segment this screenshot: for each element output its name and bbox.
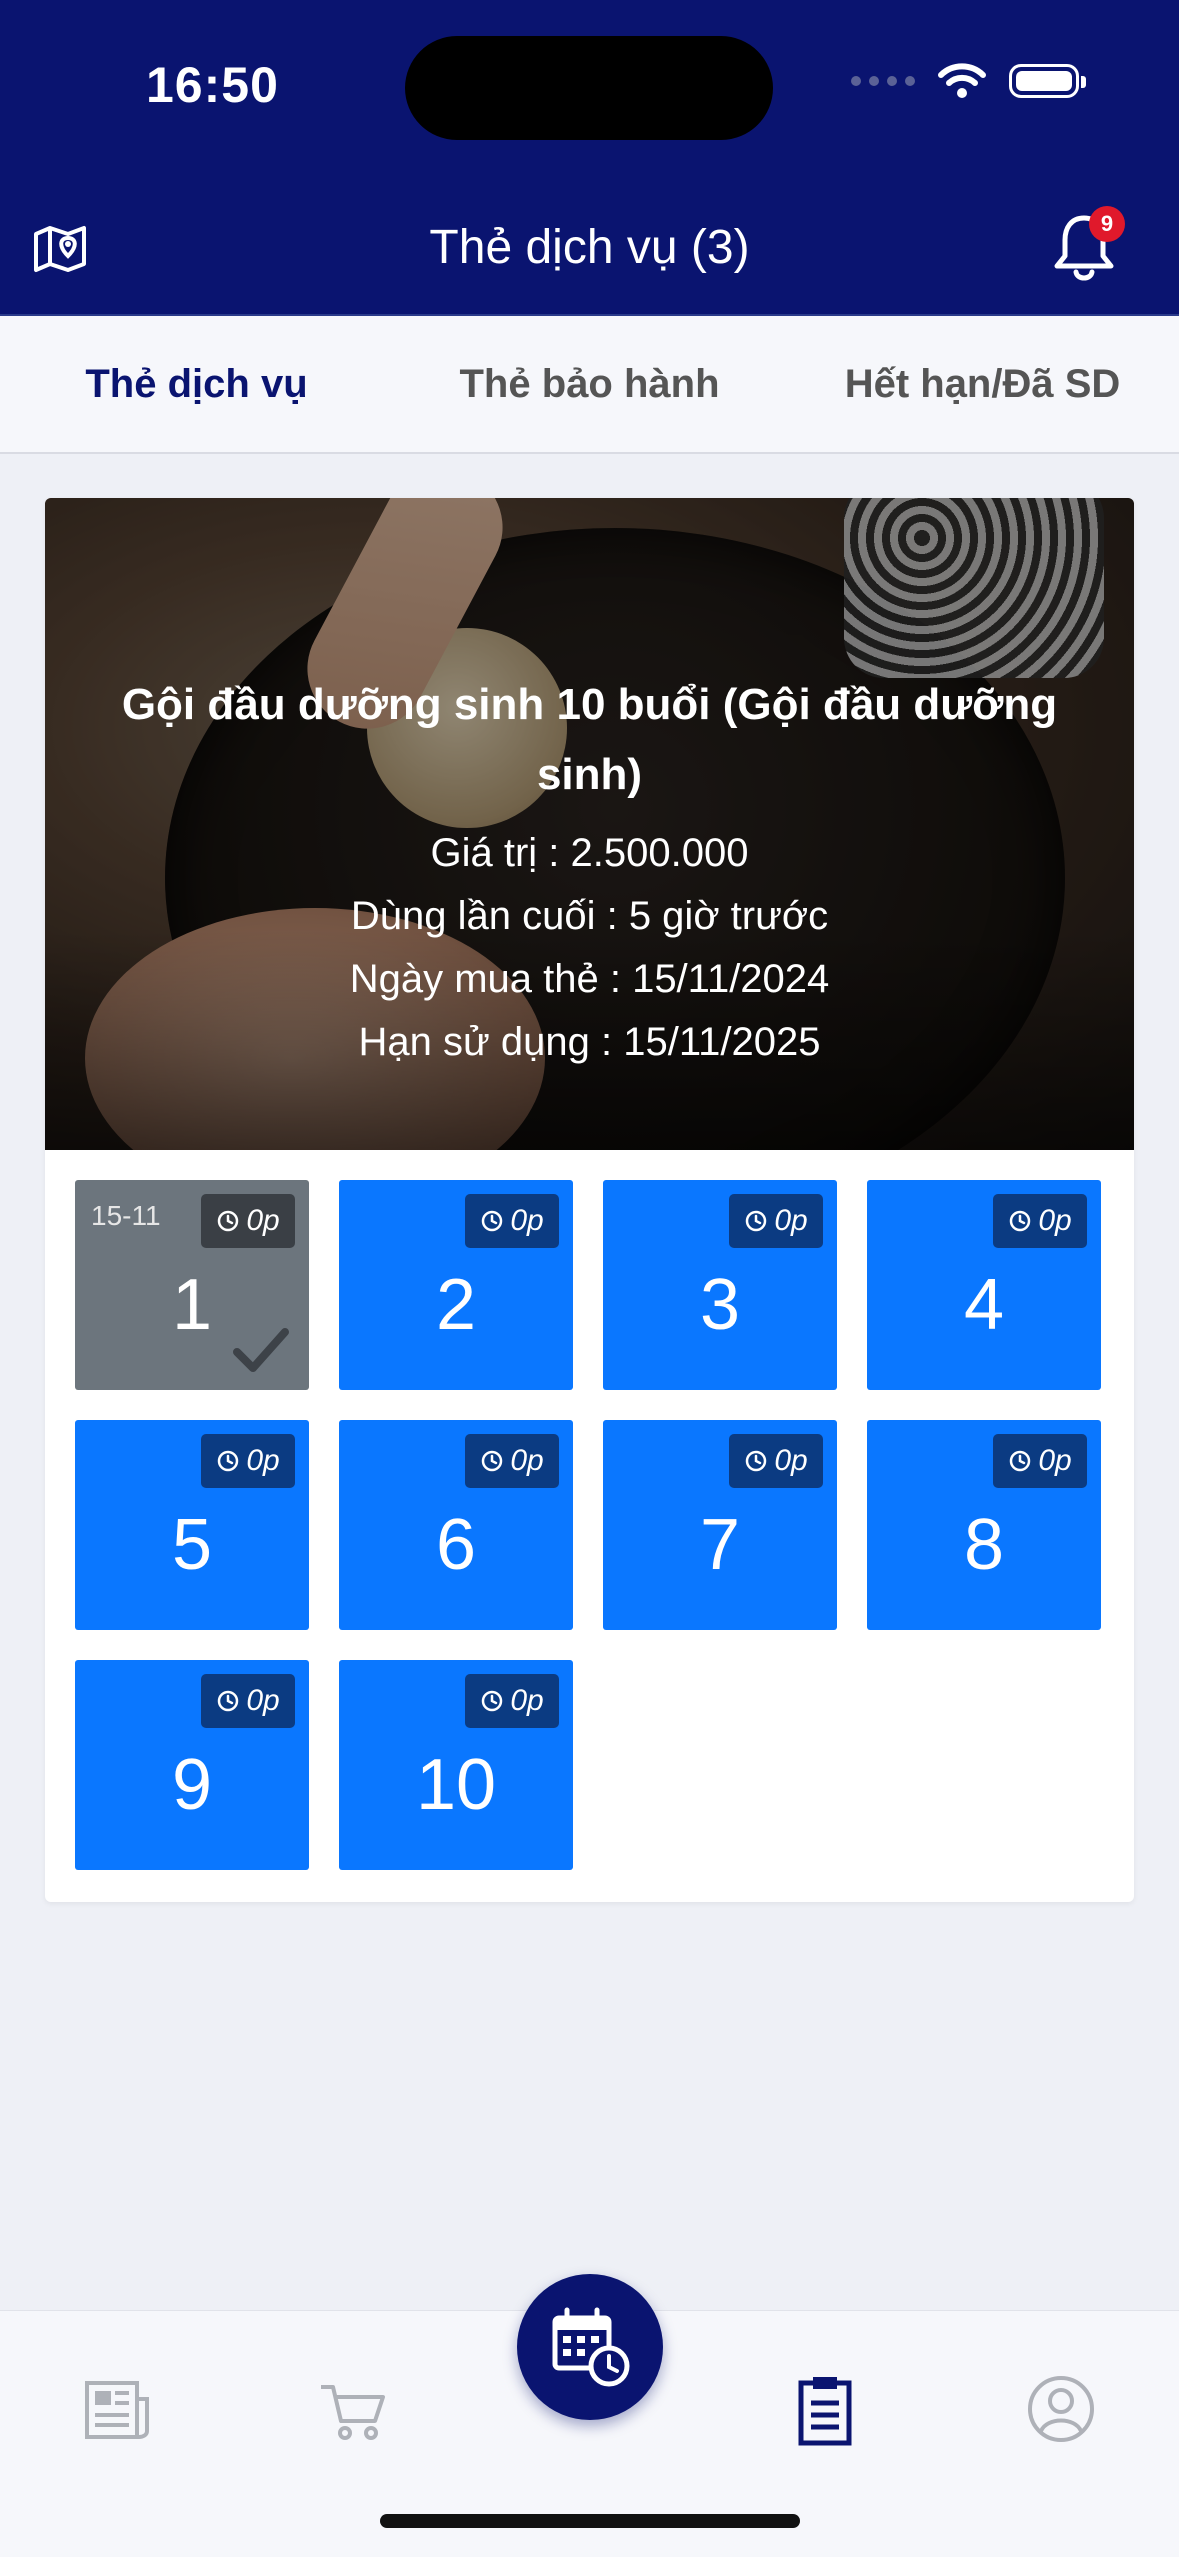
- clock-icon: [482, 1210, 503, 1232]
- session-duration-label: 0p: [774, 1204, 808, 1237]
- card-hero: Gội đầu dưỡng sinh 10 buổi (Gội đầu dưỡn…: [45, 498, 1134, 1150]
- notification-badge: 9: [1089, 206, 1125, 242]
- card-title: Gội đầu dưỡng sinh 10 buổi (Gội đầu dưỡn…: [121, 680, 1058, 799]
- cellular-signal-icon: [851, 76, 915, 86]
- session-number: 5: [171, 1505, 213, 1585]
- session-number: 7: [699, 1505, 741, 1585]
- session-duration-label: 0p: [246, 1444, 280, 1477]
- session-duration-label: 0p: [510, 1204, 544, 1237]
- session-tile[interactable]: 0p 5: [75, 1420, 309, 1630]
- user-icon: [1028, 2376, 1094, 2442]
- clock-icon: [482, 1690, 503, 1712]
- session-date: 15-11: [91, 1200, 161, 1231]
- calendar-clock-icon: [552, 2307, 630, 2387]
- session-duration-label: 0p: [510, 1684, 544, 1717]
- session-duration-label: 0p: [1038, 1204, 1072, 1237]
- session-duration: 0p: [993, 1194, 1087, 1248]
- session-duration-label: 0p: [510, 1444, 544, 1477]
- session-duration-label: 0p: [246, 1684, 280, 1717]
- clock-icon: [746, 1450, 767, 1472]
- session-duration-label: 0p: [774, 1444, 808, 1477]
- nav-account[interactable]: [1021, 2369, 1101, 2449]
- card-purchase-date: Ngày mua thẻ : 15/11/2024: [349, 957, 830, 1001]
- session-tile[interactable]: 15-11 0p 1: [75, 1180, 309, 1390]
- dynamic-island: [405, 36, 773, 140]
- battery-icon: [1009, 64, 1086, 98]
- service-card: Gội đầu dưỡng sinh 10 buổi (Gội đầu dưỡn…: [45, 498, 1134, 1902]
- checkmark-icon: [233, 1328, 289, 1372]
- session-number: 3: [699, 1265, 741, 1345]
- session-tile[interactable]: 0p 6: [339, 1420, 573, 1630]
- wifi-icon: [938, 63, 986, 98]
- notification-button[interactable]: 9: [1049, 206, 1125, 286]
- app-header: 16:50 Thẻ dịch vụ (3) 9: [0, 0, 1179, 316]
- clipboard-icon: [798, 2377, 852, 2446]
- session-tile[interactable]: 0p 3: [603, 1180, 837, 1390]
- clock-icon: [218, 1690, 239, 1712]
- session-duration: 0p: [201, 1674, 295, 1728]
- session-tile[interactable]: 0p 7: [603, 1420, 837, 1630]
- session-duration-label: 0p: [246, 1204, 280, 1237]
- session-number: 9: [171, 1745, 213, 1825]
- booking-button[interactable]: [517, 2274, 663, 2420]
- session-duration: 0p: [729, 1434, 823, 1488]
- session-tile[interactable]: 0p 8: [867, 1420, 1101, 1630]
- session-number: 10: [415, 1745, 497, 1825]
- clock-icon: [1010, 1450, 1031, 1472]
- card-value: Giá trị : 2.500.000: [430, 831, 749, 875]
- clock-icon: [1010, 1210, 1031, 1232]
- session-duration: 0p: [201, 1194, 295, 1248]
- clock-icon: [746, 1210, 767, 1232]
- session-grid: 15-11 0p 1 0p 2 0p 3 0p 4 0p 5 0p 6 0p 7 0p 8 0p 9 0p 10: [75, 1180, 1105, 1870]
- session-duration: 0p: [465, 1674, 559, 1728]
- session-number: 8: [963, 1505, 1005, 1585]
- session-tile[interactable]: 0p 4: [867, 1180, 1101, 1390]
- session-tile[interactable]: 0p 2: [339, 1180, 573, 1390]
- page-title: Thẻ dịch vụ (3): [429, 221, 750, 274]
- session-number: 4: [963, 1265, 1005, 1345]
- tab-service-cards[interactable]: Thẻ dịch vụ: [0, 316, 393, 452]
- card-last-used: Dùng lần cuối : 5 giờ trước: [350, 894, 829, 938]
- clock-icon: [218, 1450, 239, 1472]
- status-time: 16:50: [146, 57, 279, 113]
- session-duration-label: 0p: [1038, 1444, 1072, 1477]
- session-duration: 0p: [993, 1434, 1087, 1488]
- session-number: 2: [435, 1265, 477, 1345]
- clock-icon: [482, 1450, 503, 1472]
- tab-expired-used[interactable]: Hết hạn/Đã SD: [786, 316, 1179, 452]
- clock-icon: [218, 1210, 239, 1232]
- session-duration: 0p: [465, 1434, 559, 1488]
- card-expiry: Hạn sử dụng : 15/11/2025: [358, 1020, 821, 1064]
- session-tile[interactable]: 0p 9: [75, 1660, 309, 1870]
- session-tile[interactable]: 0p 10: [339, 1660, 573, 1870]
- cart-icon: [321, 2385, 385, 2440]
- card-info: Gội đầu dưỡng sinh 10 buổi (Gội đầu dưỡn…: [45, 670, 1134, 1074]
- session-duration: 0p: [729, 1194, 823, 1248]
- nav-news[interactable]: [77, 2369, 157, 2449]
- session-duration: 0p: [465, 1194, 559, 1248]
- tab-warranty-cards[interactable]: Thẻ bảo hành: [393, 316, 786, 452]
- news-icon: [85, 2381, 149, 2439]
- nav-cart[interactable]: [313, 2369, 393, 2449]
- home-indicator: [380, 2514, 800, 2528]
- session-duration: 0p: [201, 1434, 295, 1488]
- tab-bar: Thẻ dịch vụ Thẻ bảo hành Hết hạn/Đã SD: [0, 316, 1179, 454]
- status-icons: [851, 62, 1086, 100]
- session-number: 6: [435, 1505, 477, 1585]
- nav-cards[interactable]: [785, 2369, 865, 2449]
